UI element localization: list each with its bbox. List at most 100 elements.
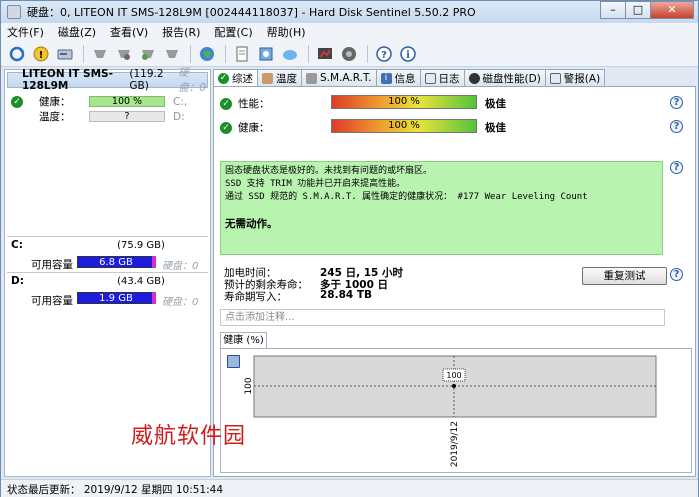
performance-row: ✓ 性能：	[220, 96, 270, 111]
disk-gray-4-icon[interactable]	[162, 44, 182, 64]
disk-size: (119.2 GB)	[129, 68, 164, 92]
document-icon[interactable]	[232, 44, 252, 64]
drive-c[interactable]: C: (75.9 GB) 可用容量 6.8 GB 硬盘：0	[7, 236, 208, 272]
repeat-test-button[interactable]: 重复测试	[582, 267, 667, 285]
tab-log[interactable]: 日志	[419, 69, 465, 86]
toolbar: ! ? i	[1, 41, 698, 67]
globe-icon[interactable]	[197, 44, 217, 64]
menu-help[interactable]: 帮助(H)	[267, 24, 306, 40]
tab-smart[interactable]: S.M.A.R.T.	[301, 69, 377, 86]
chart-icon[interactable]	[315, 44, 335, 64]
tab-label: 警报(A)	[563, 72, 601, 85]
toolbar-separator	[367, 44, 368, 63]
info-icon[interactable]: i	[398, 44, 418, 64]
alert-icon	[549, 72, 561, 84]
disk-health-drive: C:,	[173, 95, 188, 108]
drive-free-marker	[152, 256, 156, 268]
svg-text:!: !	[39, 50, 44, 61]
svg-text:?: ?	[381, 50, 387, 61]
menu-config[interactable]: 配置(C)	[214, 24, 252, 40]
disk-header[interactable]: LITEON IT SMS-128L9M (119.2 GB) 硬盘：0	[7, 67, 208, 94]
ok-check-icon: ✓	[220, 121, 232, 134]
gauge-icon	[468, 72, 480, 84]
sync-icon[interactable]	[256, 44, 276, 64]
tab-label: 磁盘性能(D)	[482, 72, 541, 85]
disk-panel: LITEON IT SMS-128L9M (119.2 GB) 硬盘：0 ✓ 健…	[4, 67, 211, 477]
summary-panel: ✓ 性能： 100 % 极佳 ? ✓ 健康： 100 % 极佳 ? 固态硬盘状态…	[213, 86, 696, 477]
warning-icon[interactable]: !	[31, 44, 51, 64]
toolbar-separator	[225, 44, 226, 63]
menu-disk[interactable]: 磁盘(Z)	[58, 24, 96, 40]
drive-free-value: 6.8 GB	[99, 257, 133, 268]
disk-gray-2-icon[interactable]	[114, 44, 134, 64]
tab-alerts[interactable]: 警报(A)	[544, 69, 606, 86]
disk-handle: 硬盘：0	[178, 67, 206, 94]
menu-view[interactable]: 查看(V)	[110, 24, 148, 40]
disk-temp-bar: ?	[89, 111, 165, 122]
menu-bar: 文件(F) 磁盘(Z) 查看(V) 报告(R) 配置(C) 帮助(H)	[1, 23, 698, 41]
speaker-icon[interactable]	[339, 44, 359, 64]
chart-svg: 100 2019/9/12 100	[244, 355, 657, 467]
disk-health-label: 健康：	[39, 96, 71, 108]
tab-bar: ✓ 综述 温度 S.M.A.R.T. i 信息 日志 磁盘性能(D) 警报(A)	[213, 69, 606, 87]
help-icon[interactable]: ?	[374, 44, 394, 64]
action-text: 无需动作。	[225, 218, 278, 230]
drive-free-marker	[152, 292, 156, 304]
tab-info[interactable]: i 信息	[375, 69, 421, 86]
drive-d[interactable]: D: (43.4 GB) 可用容量 1.9 GB 硬盘：0	[7, 272, 208, 308]
drive-free-value: 1.9 GB	[99, 293, 133, 304]
status-bar: 状态最后更新： 2019/9/12 星期四 10:51:44	[1, 479, 698, 497]
close-button[interactable]: ✕	[650, 1, 694, 19]
tab-label: 日志	[438, 72, 460, 85]
help-icon[interactable]: ?	[670, 96, 683, 109]
menu-file[interactable]: 文件(F)	[7, 24, 44, 40]
smart-icon	[306, 72, 317, 84]
disk-gray-1-icon[interactable]	[90, 44, 110, 64]
chart-data-label: 100	[446, 371, 461, 380]
performance-meter: 100 %	[331, 95, 477, 109]
disk-icon[interactable]	[55, 44, 75, 64]
watermark-text: 威航软件园	[131, 424, 247, 449]
help-icon[interactable]: ?	[670, 268, 683, 281]
tab-summary[interactable]: ✓ 综述	[213, 69, 258, 87]
health-chart: 100 2019/9/12 100	[220, 348, 692, 473]
svg-text:i: i	[406, 50, 410, 61]
info-icon: i	[380, 72, 392, 84]
chart-point	[452, 384, 456, 388]
drive-letter: C:	[11, 239, 23, 251]
health-label: 健康：	[238, 122, 270, 134]
toolbar-separator	[83, 44, 84, 63]
title-bar: 硬盘：0, LITEON IT SMS-128L9M [002444118037…	[1, 1, 698, 23]
main-panel: ✓ 综述 温度 S.M.A.R.T. i 信息 日志 磁盘性能(D) 警报(A) ✓…	[213, 69, 696, 477]
disk-temp-drive: D:	[173, 110, 185, 123]
disk-health-bar: 100 %	[89, 96, 165, 107]
app-window: 硬盘：0, LITEON IT SMS-128L9M [002444118037…	[0, 0, 699, 497]
health-rating: 极佳	[485, 122, 506, 134]
status-message: 固态硬盘状态是极好的。未找到有问题的或坏扇区。	[225, 166, 433, 176]
window-title: 硬盘：0, LITEON IT SMS-128L9M [002444118037…	[27, 6, 476, 19]
note-input[interactable]: 点击添加注释...	[220, 309, 665, 326]
drive-free-label: 可用容量	[31, 259, 73, 271]
tab-label: 信息	[394, 72, 416, 85]
help-icon[interactable]: ?	[670, 161, 683, 174]
help-icon[interactable]: ?	[670, 120, 683, 133]
tab-performance[interactable]: 磁盘性能(D)	[463, 69, 546, 86]
refresh-icon[interactable]	[7, 44, 27, 64]
log-icon	[424, 72, 436, 84]
tab-temperature[interactable]: 温度	[257, 69, 302, 86]
disk-gray-3-icon[interactable]	[138, 44, 158, 64]
maximize-button[interactable]: □	[625, 1, 651, 19]
disk-temp-label: 温度：	[39, 111, 71, 123]
health-meter: 100 %	[331, 119, 477, 133]
lifetime-writes-value: 28.84 TB	[320, 289, 373, 301]
minimize-button[interactable]: –	[600, 1, 626, 19]
lifetime-writes-label: 寿命期写入：	[224, 291, 287, 303]
cloud-icon[interactable]	[280, 44, 300, 64]
performance-label: 性能：	[238, 98, 270, 110]
menu-report[interactable]: 报告(R)	[162, 24, 200, 40]
disk-card[interactable]: LITEON IT SMS-128L9M (119.2 GB) 硬盘：0 ✓ 健…	[7, 67, 208, 232]
drive-capacity: (75.9 GB)	[117, 240, 165, 251]
chart-tab-health[interactable]: 健康 (%)	[220, 332, 267, 348]
chart-x-tick: 2019/9/12	[450, 421, 460, 467]
chart-y-tick: 100	[244, 377, 254, 394]
